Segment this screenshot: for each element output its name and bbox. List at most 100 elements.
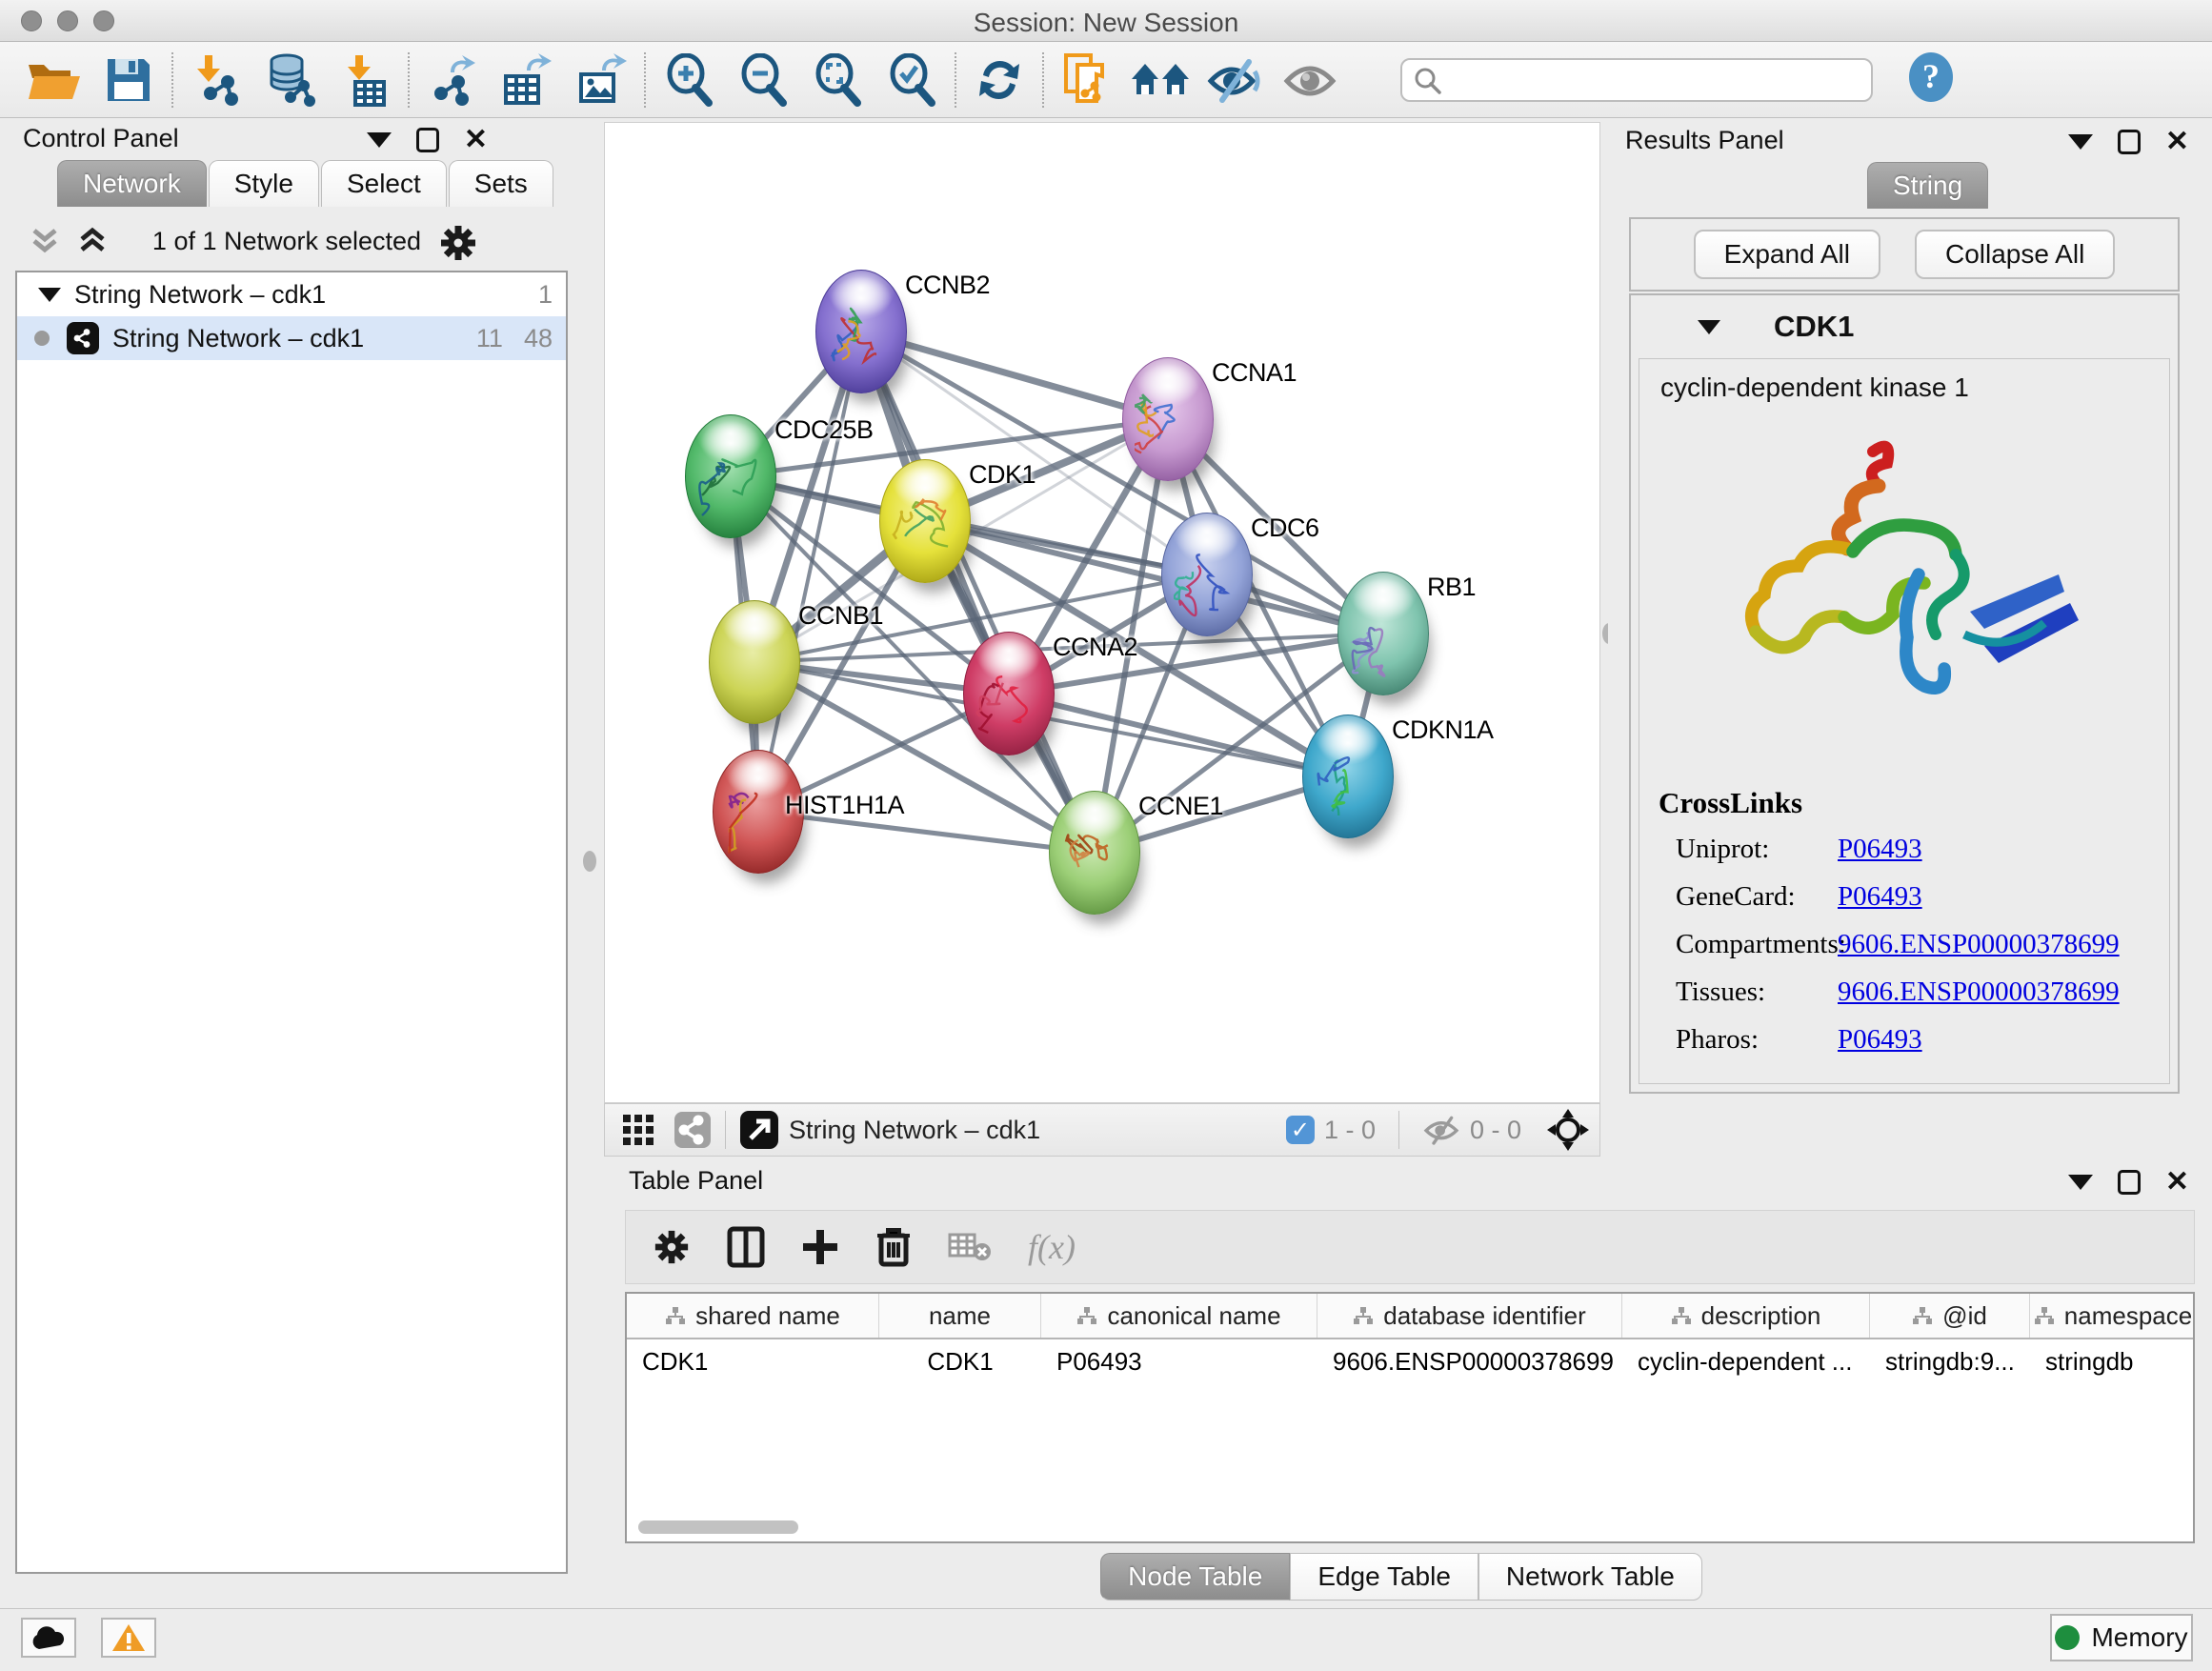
gear-icon[interactable] xyxy=(438,223,478,263)
panel-close-icon[interactable]: ✕ xyxy=(464,128,488,152)
table-cell[interactable]: 9606.ENSP00000378699 xyxy=(1317,1339,1622,1383)
tab-string[interactable]: String xyxy=(1867,162,1988,209)
edge-CCNB2-CCNA1[interactable] xyxy=(861,332,1168,419)
node-RB1[interactable] xyxy=(1337,572,1429,695)
network-view-icon[interactable] xyxy=(674,1111,712,1149)
column-header-namespace[interactable]: namespace xyxy=(2030,1294,2195,1338)
search-input[interactable] xyxy=(1400,58,1873,102)
node-description: cyclin-dependent kinase 1 xyxy=(1639,359,2169,403)
create-column-plus-icon[interactable] xyxy=(801,1228,839,1266)
column-header-name[interactable]: name xyxy=(879,1294,1041,1338)
tab-edge-table[interactable]: Edge Table xyxy=(1290,1553,1478,1601)
node-CCNB2[interactable] xyxy=(815,270,907,393)
apply-layout-button[interactable] xyxy=(962,48,1036,112)
tab-select[interactable]: Select xyxy=(321,160,447,207)
node-CDK1[interactable] xyxy=(879,459,971,583)
column-header-shared-name[interactable]: shared name xyxy=(627,1294,879,1338)
import-network-database-button[interactable] xyxy=(253,48,328,112)
table-horizontal-scrollbar[interactable] xyxy=(633,1520,2187,1536)
table-row[interactable]: CDK1CDK1P064939606.ENSP00000378699cyclin… xyxy=(627,1339,2193,1383)
clone-network-button[interactable] xyxy=(1050,48,1124,112)
table-cell[interactable]: cyclin-dependent ... xyxy=(1622,1339,1870,1383)
table-cell[interactable]: stringdb:9... xyxy=(1870,1339,2030,1383)
node-CCNB1[interactable] xyxy=(709,600,800,724)
delete-column-trash-icon[interactable] xyxy=(875,1226,912,1268)
help-button[interactable]: ? xyxy=(1905,51,1957,108)
show-columns-icon[interactable] xyxy=(727,1226,765,1268)
first-neighbors-button[interactable] xyxy=(1124,48,1198,112)
tab-network[interactable]: Network xyxy=(57,160,207,207)
crosslink-link[interactable]: P06493 xyxy=(1838,834,1922,865)
import-table-file-button[interactable] xyxy=(328,48,402,112)
tab-style[interactable]: Style xyxy=(209,160,319,207)
table-cell[interactable]: CDK1 xyxy=(879,1339,1041,1383)
node-CCNA2[interactable] xyxy=(963,632,1055,755)
control-panel-title: Control Panel xyxy=(23,124,179,153)
network-row[interactable]: String Network – cdk1 11 48 xyxy=(17,316,566,360)
birdseye-icon[interactable] xyxy=(1546,1108,1590,1152)
function-builder-icon[interactable]: f(x) xyxy=(1028,1227,1076,1267)
export-table-button[interactable] xyxy=(490,48,564,112)
panel-float-icon[interactable] xyxy=(2118,130,2141,154)
tab-network-table[interactable]: Network Table xyxy=(1478,1553,1702,1601)
edge-CCNB2-HIST1H1A[interactable] xyxy=(758,332,861,812)
hide-selected-button[interactable] xyxy=(1198,48,1273,112)
tab-node-table[interactable]: Node Table xyxy=(1100,1553,1290,1601)
table-cell[interactable]: CDK1 xyxy=(627,1339,879,1383)
panel-float-icon[interactable] xyxy=(416,128,439,152)
zoom-out-button[interactable] xyxy=(726,48,800,112)
crosslink-link[interactable]: P06493 xyxy=(1838,1024,1922,1056)
column-header-description[interactable]: description xyxy=(1622,1294,1870,1338)
memory-button[interactable]: Memory xyxy=(2050,1614,2193,1661)
node-CDKN1A[interactable] xyxy=(1302,715,1394,838)
export-image-button[interactable] xyxy=(564,48,638,112)
cloud-status-button[interactable] xyxy=(21,1618,76,1658)
column-header--id[interactable]: @id xyxy=(1870,1294,2030,1338)
column-header-canonical-name[interactable]: canonical name xyxy=(1041,1294,1317,1338)
show-all-button[interactable] xyxy=(1273,48,1347,112)
node-CDC25B[interactable] xyxy=(685,414,776,538)
node-CDC6[interactable] xyxy=(1161,513,1253,636)
selected-checkbox-icon[interactable]: ✓ xyxy=(1286,1116,1315,1144)
panel-menu-icon[interactable] xyxy=(2068,1175,2093,1190)
open-session-button[interactable] xyxy=(17,48,91,112)
section-collapse-icon[interactable] xyxy=(1698,320,1720,334)
panel-float-icon[interactable] xyxy=(2118,1170,2141,1195)
tab-sets[interactable]: Sets xyxy=(449,160,553,207)
collapse-all-button[interactable]: Collapse All xyxy=(1915,230,2115,279)
eye-icon xyxy=(1281,56,1338,104)
scrollbar-thumb[interactable] xyxy=(638,1520,798,1534)
warnings-button[interactable] xyxy=(101,1618,156,1658)
expand-all-button[interactable]: Expand All xyxy=(1694,230,1880,279)
export-network-button[interactable] xyxy=(415,48,490,112)
crosslink-link[interactable]: 9606.ENSP00000378699 xyxy=(1838,929,2120,960)
delete-table-icon[interactable] xyxy=(948,1231,992,1263)
splitter-handle[interactable] xyxy=(583,851,596,872)
panel-menu-icon[interactable] xyxy=(367,132,392,148)
network-collection-row[interactable]: String Network – cdk1 1 xyxy=(17,272,566,316)
panel-close-icon[interactable]: ✕ xyxy=(2165,1170,2189,1195)
table-cell[interactable]: stringdb xyxy=(2030,1339,2195,1383)
import-network-file-button[interactable] xyxy=(179,48,253,112)
crosslink-link[interactable]: P06493 xyxy=(1838,881,1922,913)
zoom-in-button[interactable] xyxy=(652,48,726,112)
node-label-RB1: RB1 xyxy=(1427,573,1476,602)
panel-close-icon[interactable]: ✕ xyxy=(2165,130,2189,154)
save-session-button[interactable] xyxy=(91,48,166,112)
zoom-selected-button[interactable] xyxy=(875,48,949,112)
node-CCNA1[interactable] xyxy=(1122,357,1214,481)
node-CCNE1[interactable] xyxy=(1049,791,1140,915)
node-label-CDK1: CDK1 xyxy=(969,460,1036,490)
crosslink-link[interactable]: 9606.ENSP00000378699 xyxy=(1838,976,2120,1008)
grid-view-icon[interactable] xyxy=(620,1112,656,1148)
zoom-fit-button[interactable] xyxy=(800,48,875,112)
panel-menu-icon[interactable] xyxy=(2068,134,2093,150)
table-cell[interactable]: P06493 xyxy=(1041,1339,1317,1383)
column-header-database-identifier[interactable]: database identifier xyxy=(1317,1294,1622,1338)
network-canvas[interactable]: CCNB2CCNA1CDC25BCDK1CDC6RB1CCNB1CCNA2CDK… xyxy=(604,122,1600,1103)
table-settings-gear-icon[interactable] xyxy=(653,1228,691,1266)
edge-CCNB2-CCNE1[interactable] xyxy=(861,332,1095,853)
collapse-triangle-icon[interactable] xyxy=(38,288,61,302)
hidden-count: 0 - 0 xyxy=(1470,1116,1521,1145)
detach-view-icon[interactable] xyxy=(739,1110,779,1150)
